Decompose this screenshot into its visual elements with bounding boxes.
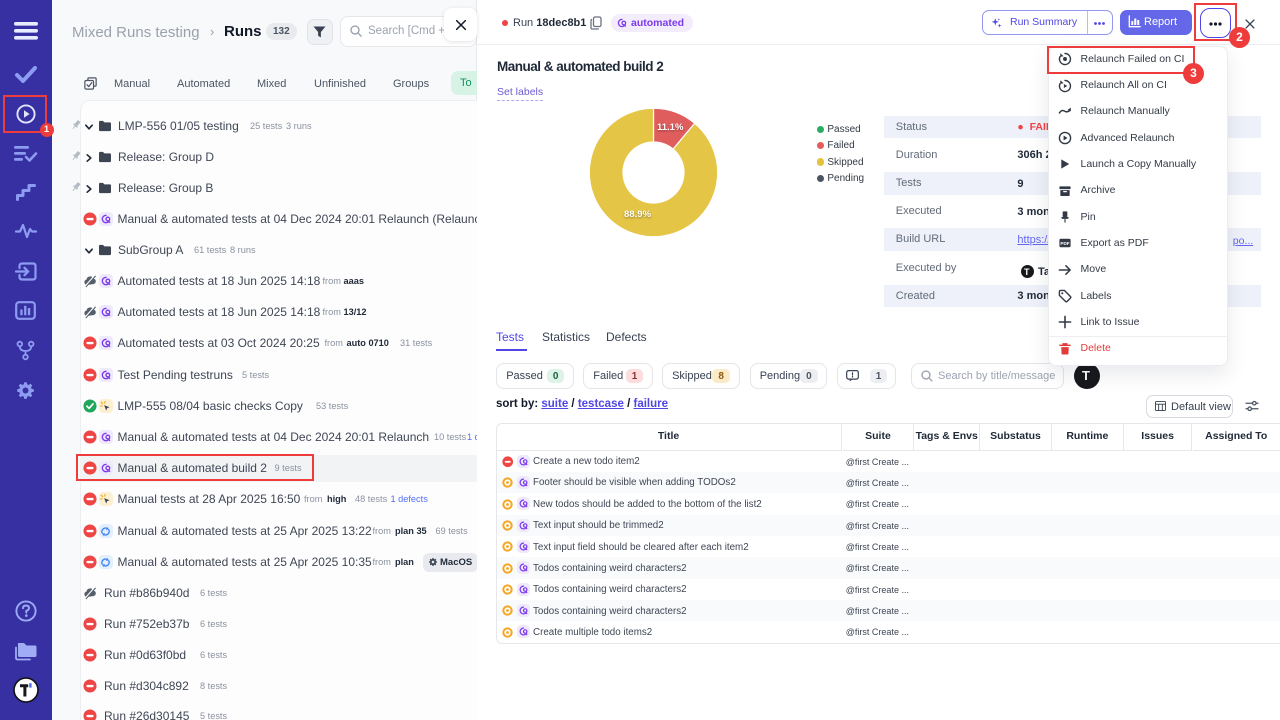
svg-text:PDF: PDF bbox=[1060, 242, 1069, 247]
